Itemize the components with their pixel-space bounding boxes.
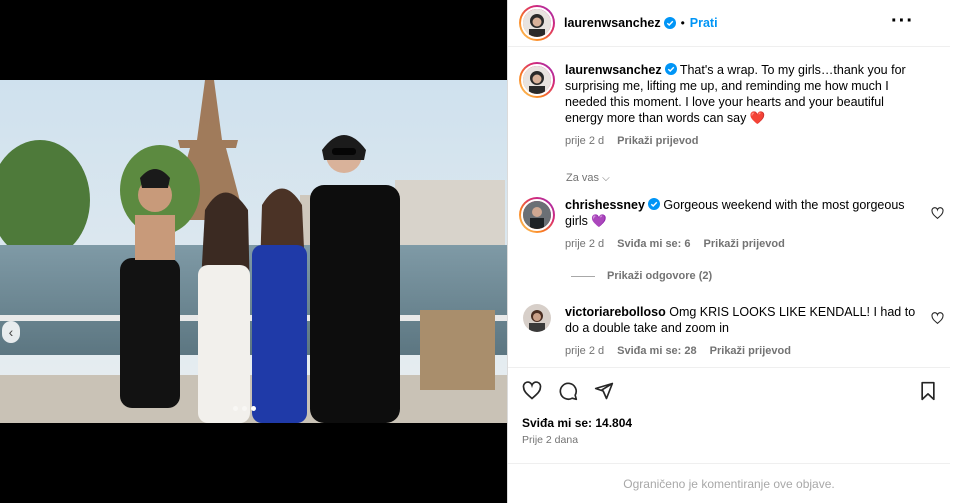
- show-replies-button[interactable]: Prikaži odgovore (2): [571, 270, 712, 282]
- comment-meta: prije 2 d Sviđa mi se: 6 Prikaži prijevo…: [565, 236, 925, 252]
- post-side-panel: laurenwsanchez • Prati ··· laurenwsanche…: [507, 0, 977, 503]
- replies-line: [571, 275, 595, 277]
- separator-dot: •: [680, 16, 685, 30]
- author-avatar[interactable]: [519, 5, 555, 41]
- post-date[interactable]: Prije 2 dana: [522, 434, 578, 446]
- comment-item: victoriarebolloso Omg KRIS LOOKS LIKE KE…: [519, 304, 944, 359]
- comments-restricted-notice: Ograničeno je komentiranje ove objave.: [508, 463, 950, 503]
- post-actions-bar: [508, 367, 950, 413]
- comment-likes[interactable]: Sviđa mi se: 28: [617, 343, 697, 359]
- share-paper-plane-icon[interactable]: [594, 381, 614, 401]
- caption-avatar[interactable]: [519, 62, 555, 98]
- save-bookmark-icon[interactable]: [918, 381, 938, 401]
- caption: laurenwsanchez That's a wrap. To my girl…: [519, 62, 944, 149]
- comment-time[interactable]: prije 2 d: [565, 236, 604, 252]
- for-you-label: Za vas: [566, 172, 600, 184]
- comment-username[interactable]: victoriarebolloso: [565, 305, 666, 319]
- author-username[interactable]: laurenwsanchez: [564, 16, 661, 30]
- verified-badge-icon: [663, 17, 676, 29]
- comment-username[interactable]: chrishessney: [565, 198, 645, 212]
- comment-like-heart-icon[interactable]: [931, 312, 944, 325]
- commenter-avatar[interactable]: [523, 304, 551, 332]
- commenter-avatar[interactable]: [519, 197, 555, 233]
- verified-badge-icon: [647, 198, 660, 210]
- chevron-down-icon: ⌵: [602, 173, 610, 184]
- comment-item: chrishessney Gorgeous weekend with the m…: [519, 197, 944, 252]
- like-heart-icon[interactable]: [522, 381, 542, 401]
- comment-meta: prije 2 d Sviđa mi se: 28 Prikaži prijev…: [565, 343, 925, 359]
- verified-badge-icon: [664, 63, 677, 75]
- comment-translate-link[interactable]: Prikaži prijevod: [704, 236, 785, 252]
- comment-like-heart-icon[interactable]: [931, 207, 944, 220]
- post-photo[interactable]: ‹: [0, 80, 507, 423]
- carousel-prev-button[interactable]: ‹: [2, 321, 20, 343]
- more-options-icon[interactable]: ···: [891, 10, 914, 33]
- carousel-dot: [233, 406, 238, 411]
- comment-time[interactable]: prije 2 d: [565, 343, 604, 359]
- post-header: laurenwsanchez • Prati ···: [508, 0, 950, 47]
- show-replies-label: Prikaži odgovore (2): [607, 270, 713, 282]
- carousel-dots: [233, 406, 256, 411]
- caption-translate-link[interactable]: Prikaži prijevod: [617, 133, 698, 149]
- comments-list[interactable]: laurenwsanchez That's a wrap. To my girl…: [508, 48, 950, 366]
- comment-bubble-icon[interactable]: [558, 381, 578, 401]
- caption-username[interactable]: laurenwsanchez: [565, 63, 662, 77]
- for-you-toggle[interactable]: Za vas ⌵: [566, 172, 610, 184]
- carousel-dot-active: [251, 406, 256, 411]
- carousel-dot: [242, 406, 247, 411]
- post-media: ‹: [0, 0, 507, 503]
- caption-meta: prije 2 d Prikaži prijevod: [565, 133, 925, 149]
- comment-likes[interactable]: Sviđa mi se: 6: [617, 236, 690, 252]
- post-like-count[interactable]: Sviđa mi se: 14.804: [522, 416, 632, 430]
- caption-time[interactable]: prije 2 d: [565, 133, 604, 149]
- follow-button[interactable]: Prati: [690, 16, 718, 30]
- comment-translate-link[interactable]: Prikaži prijevod: [710, 343, 791, 359]
- photo-image: [0, 80, 507, 423]
